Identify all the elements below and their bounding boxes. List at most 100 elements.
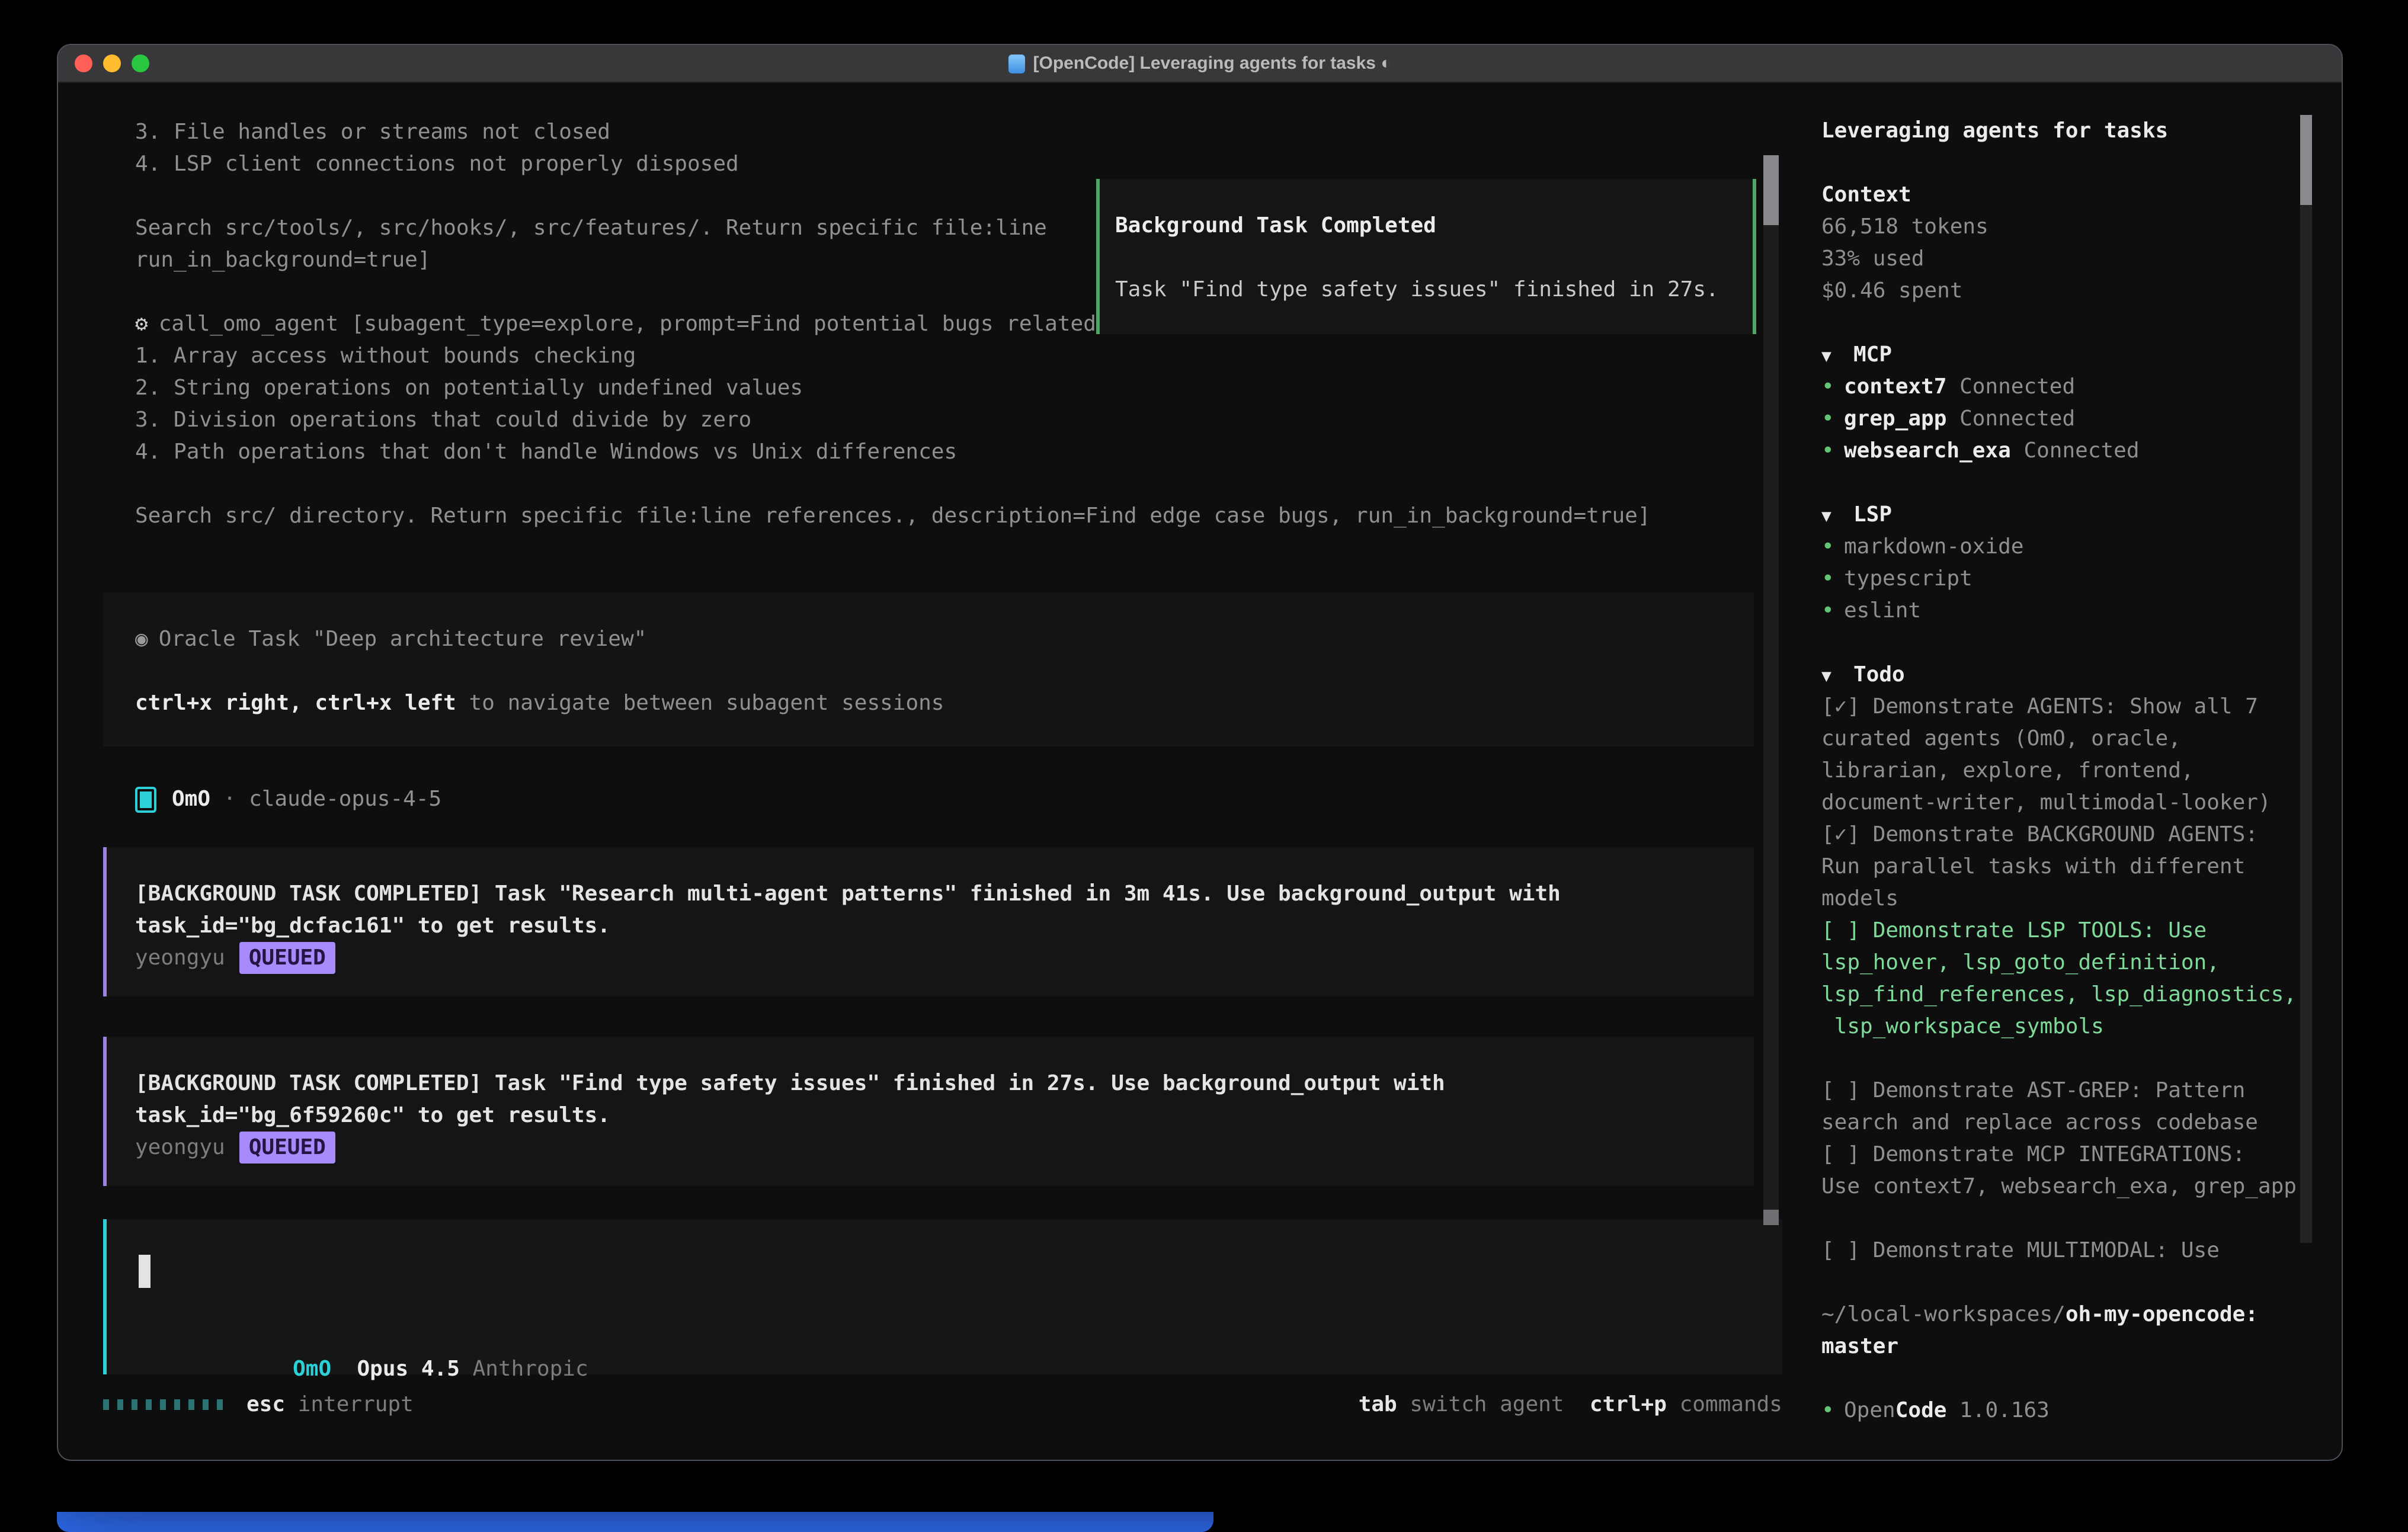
scrollback-line: 4. LSP client connections not properly d… xyxy=(135,148,1821,180)
mcp-header-label: MCP xyxy=(1853,342,1892,367)
task-card-line: task_id="bg_dcfac161" to get results. xyxy=(135,910,1754,942)
blank-line xyxy=(135,655,1754,687)
context-tokens: 66,518 tokens xyxy=(1821,211,2342,243)
lsp-name: eslint xyxy=(1844,598,1921,623)
window-controls xyxy=(75,55,149,72)
todo-line: [✓] Demonstrate BACKGROUND AGENTS: xyxy=(1821,819,2342,851)
mcp-name: websearch_exa xyxy=(1844,438,2011,463)
oracle-task-panel: ◉Oracle Task "Deep architecture review" … xyxy=(103,592,1754,746)
todo-section-header: ▼Todo xyxy=(1821,659,2342,691)
spacer xyxy=(331,1357,357,1382)
ctrlp-key-hint: ctrl+p xyxy=(1590,1392,1667,1417)
tool-call-item: 1. Array access without bounds checking xyxy=(135,340,1821,372)
blank-line xyxy=(1821,1203,2342,1235)
spinner-dot xyxy=(103,1399,109,1410)
workspace-branch: master xyxy=(1821,1331,2342,1363)
scrollbar-thumb[interactable] xyxy=(1763,155,1779,225)
lsp-header-label: LSP xyxy=(1853,502,1892,527)
brand-bold: Code xyxy=(1895,1398,1947,1423)
blank-line xyxy=(135,468,1821,500)
todo-line: [ ] Demonstrate AST-GREP: Pattern xyxy=(1821,1075,2342,1107)
chevron-down-icon: ▼ xyxy=(1821,661,1853,693)
queued-badge: QUEUED xyxy=(239,1132,335,1164)
scrollback-line: 3. File handles or streams not closed xyxy=(135,116,1821,148)
todo-header-label: Todo xyxy=(1853,662,1905,687)
todo-line: [ ] Demonstrate MCP INTEGRATIONS: xyxy=(1821,1139,2342,1171)
todo-line: [✓] Demonstrate AGENTS: Show all 7 xyxy=(1821,691,2342,723)
tool-call-item: 2. String operations on potentially unde… xyxy=(135,372,1821,404)
queued-badge: QUEUED xyxy=(239,942,335,974)
titlebar: [OpenCode] Leveraging agents for tasks ◐ xyxy=(58,45,2342,83)
oracle-task-title-line: ◉Oracle Task "Deep architecture review" xyxy=(135,623,1754,655)
minimize-button[interactable] xyxy=(103,55,121,72)
scrollbar-marker[interactable] xyxy=(1763,1210,1779,1225)
ctrlp-key-label: commands xyxy=(1667,1392,1782,1417)
lsp-item: •typescript xyxy=(1821,563,2342,595)
todo-line: search and replace across codebase xyxy=(1821,1107,2342,1139)
provider-name: Anthropic xyxy=(460,1357,588,1382)
hint-keys: ctrl+x right, ctrl+x left xyxy=(135,691,456,716)
oracle-task-title: Oracle Task "Deep architecture review" xyxy=(159,627,647,652)
notification-panel: Background Task Completed Task "Find typ… xyxy=(1096,179,1756,334)
mcp-item: •grep_app Connected xyxy=(1821,403,2342,435)
separator: · xyxy=(210,783,249,815)
task-card-line: task_id="bg_6f59260c" to get results. xyxy=(135,1100,1754,1132)
mcp-name: context7 xyxy=(1844,374,1946,399)
todo-line: librarian, explore, frontend, xyxy=(1821,755,2342,787)
task-card: [BACKGROUND TASK COMPLETED] Task "Resear… xyxy=(103,847,1754,996)
zoom-button[interactable] xyxy=(132,55,149,72)
mcp-item: •websearch_exa Connected xyxy=(1821,435,2342,467)
chevron-down-icon: ▼ xyxy=(1821,501,1853,533)
agent-icon xyxy=(135,786,156,812)
mcp-status: Connected xyxy=(2011,438,2140,463)
tab-key-label: switch agent xyxy=(1397,1392,1590,1417)
blank-line xyxy=(1821,1043,2342,1075)
chevron-down-icon: ▼ xyxy=(1821,341,1853,373)
todo-line-active: lsp_workspace_symbols xyxy=(1821,1011,2342,1043)
context-header: Context xyxy=(1821,179,2342,211)
blank-line xyxy=(1821,627,2342,659)
status-bar: esc interrupt tab switch agent ctrl+p co… xyxy=(103,1389,1782,1421)
task-card-line: [BACKGROUND TASK COMPLETED] Task "Find t… xyxy=(135,1068,1754,1100)
task-card: [BACKGROUND TASK COMPLETED] Task "Find t… xyxy=(103,1037,1754,1186)
mcp-status: Connected xyxy=(1946,406,2075,431)
tool-call-item: 4. Path operations that don't handle Win… xyxy=(135,436,1821,468)
gear-icon: ⚙ xyxy=(135,312,148,336)
status-right: tab switch agent ctrl+p commands xyxy=(1359,1389,1782,1421)
todo-line: curated agents (OmO, oracle, xyxy=(1821,723,2342,755)
username: yeongyu xyxy=(135,1132,225,1164)
bullet-icon: • xyxy=(1821,1395,1844,1427)
todo-line: Use context7, websearch_exa, grep_app xyxy=(1821,1171,2342,1203)
window-title: [OpenCode] Leveraging agents for tasks ◐ xyxy=(1008,53,1392,73)
terminal-content: 3. File handles or streams not closed 4.… xyxy=(58,83,2342,1460)
chat-scrollbar[interactable] xyxy=(1763,155,1779,1225)
bullet-icon: • xyxy=(1821,531,1844,563)
scrollbar-thumb[interactable] xyxy=(2300,115,2312,205)
notification-title: Background Task Completed xyxy=(1115,210,1753,242)
blank-line xyxy=(1821,307,2342,339)
lsp-item: •markdown-oxide xyxy=(1821,531,2342,563)
close-button[interactable] xyxy=(75,55,92,72)
sidebar-scrollbar[interactable] xyxy=(2300,115,2312,1243)
mcp-name: grep_app xyxy=(1844,406,1946,431)
todo-line-active: lsp_find_references, lsp_diagnostics, xyxy=(1821,979,2342,1011)
blank-line xyxy=(1821,1363,2342,1395)
agent-model: claude-opus-4-5 xyxy=(249,783,441,815)
brand-dim: Open xyxy=(1844,1398,1895,1423)
lsp-item: •eslint xyxy=(1821,595,2342,627)
text-cursor xyxy=(139,1255,150,1288)
blank-line xyxy=(1821,467,2342,499)
tab-key-hint: tab xyxy=(1359,1392,1397,1417)
mcp-section-header: ▼MCP xyxy=(1821,339,2342,371)
version-number: 1.0.163 xyxy=(1946,1398,2049,1423)
oracle-hint-line: ctrl+x right, ctrl+x left to navigate be… xyxy=(135,687,1754,719)
bullet-icon: • xyxy=(1821,403,1844,435)
lsp-section-header: ▼LSP xyxy=(1821,499,2342,531)
blank-line xyxy=(1821,147,2342,179)
todo-line: [ ] Demonstrate MULTIMODAL: Use xyxy=(1821,1235,2342,1267)
bullet-icon: • xyxy=(1821,371,1844,403)
background-window-edge xyxy=(57,1512,1213,1532)
agent-header: OmO · claude-opus-4-5 xyxy=(135,783,1821,815)
mcp-item: •context7 Connected xyxy=(1821,371,2342,403)
prompt-input[interactable]: OmO Opus 4.5 Anthropic xyxy=(103,1219,1782,1374)
